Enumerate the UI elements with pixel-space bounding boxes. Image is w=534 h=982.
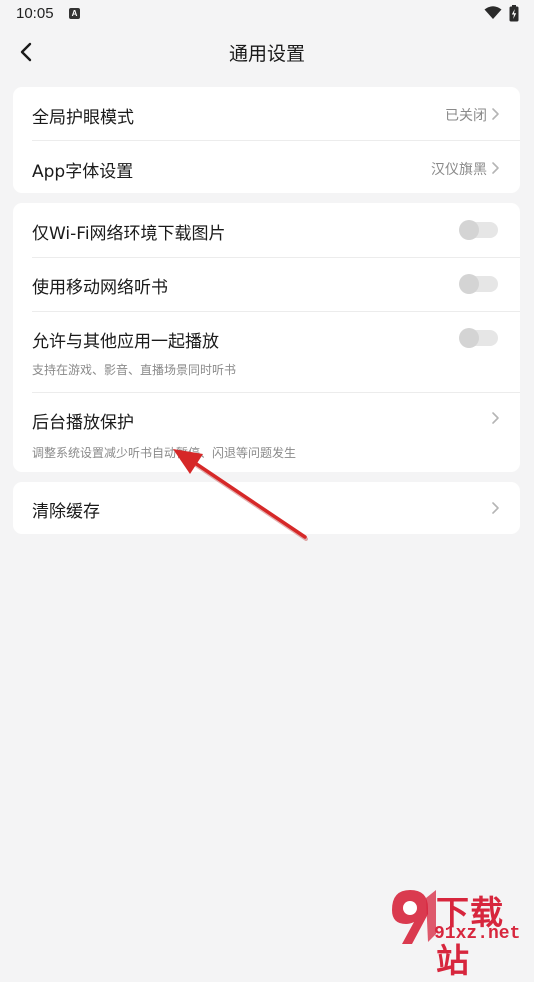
notification-icon: A (69, 8, 80, 19)
mix-playback-toggle[interactable] (459, 328, 498, 348)
app-font-settings-label: App字体设置 (32, 162, 134, 182)
background-playback-protection-row[interactable]: 后台播放保护 调整系统设置减少听书自动暂停、闪退等问题发生 (13, 393, 520, 472)
mix-playback-description: 支持在游戏、影音、直播场景同时听书 (32, 363, 237, 377)
chevron-right-icon (492, 412, 499, 424)
background-playback-protection-label: 后台播放保护 (32, 413, 134, 433)
status-bar: 10:05 A (0, 0, 534, 28)
wifi-only-download-toggle[interactable] (459, 220, 498, 240)
chevron-right-icon (492, 108, 499, 120)
watermark-logo: 下载站 91xz.net (388, 884, 534, 980)
mix-playback-row: 允许与其他应用一起播放 支持在游戏、影音、直播场景同时听书 (13, 312, 520, 392)
eye-protection-mode-label: 全局护眼模式 (32, 108, 134, 128)
mobile-network-listen-row: 使用移动网络听书 (13, 258, 520, 311)
playback-settings-card: 仅Wi-Fi网络环境下载图片 使用移动网络听书 允许与其他应用一起播放 支持在游… (13, 203, 520, 472)
toggle-knob (459, 328, 479, 348)
watermark-url: 91xz.net (434, 924, 521, 944)
display-settings-card: 全局护眼模式 已关闭 App字体设置 汉仪旗黑 (13, 87, 520, 193)
wifi-only-download-row: 仅Wi-Fi网络环境下载图片 (13, 203, 520, 257)
background-playback-protection-description: 调整系统设置减少听书自动暂停、闪退等问题发生 (32, 446, 297, 460)
clear-cache-label: 清除缓存 (32, 502, 100, 522)
toggle-knob (459, 220, 479, 240)
battery-icon (509, 5, 519, 22)
app-font-settings-value: 汉仪旗黑 (431, 162, 487, 178)
chevron-right-icon (492, 502, 499, 514)
wifi-only-download-label: 仅Wi-Fi网络环境下载图片 (32, 224, 226, 244)
storage-card: 清除缓存 (13, 482, 520, 534)
navigation-bar: 通用设置 (0, 28, 534, 76)
eye-protection-mode-value: 已关闭 (445, 108, 487, 124)
watermark-emblem-icon (392, 890, 436, 944)
wifi-icon (484, 6, 502, 19)
page-title: 通用设置 (228, 43, 305, 65)
mobile-network-listen-toggle[interactable] (459, 274, 498, 294)
status-time: 10:05 (16, 5, 54, 22)
toggle-knob (459, 274, 479, 294)
eye-protection-mode-row[interactable]: 全局护眼模式 已关闭 (13, 87, 520, 140)
mix-playback-label: 允许与其他应用一起播放 (32, 332, 219, 352)
mobile-network-listen-label: 使用移动网络听书 (32, 278, 168, 298)
clear-cache-row[interactable]: 清除缓存 (13, 482, 520, 534)
chevron-right-icon (492, 162, 499, 174)
app-font-settings-row[interactable]: App字体设置 汉仪旗黑 (13, 141, 520, 193)
